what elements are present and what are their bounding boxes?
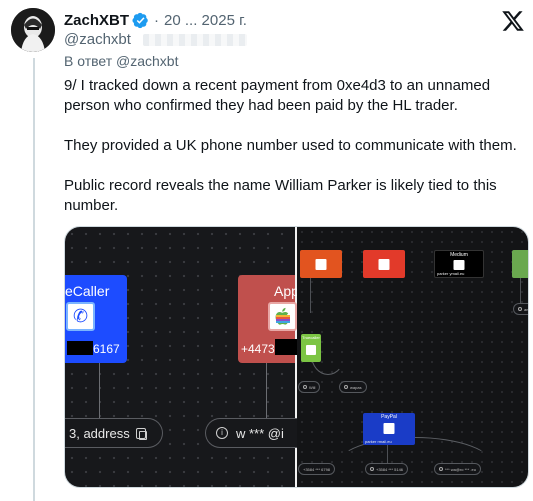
redacted-text bbox=[142, 33, 247, 46]
node-label: PayPal bbox=[381, 414, 397, 420]
thread-line bbox=[33, 58, 35, 501]
node-sub: parker ymail.eu bbox=[437, 271, 465, 276]
author-name[interactable]: ZachXBT bbox=[64, 12, 129, 29]
graph-node: Medium parker ymail.eu bbox=[434, 250, 484, 278]
phone-icon: ✆ bbox=[66, 302, 95, 331]
avatar[interactable] bbox=[11, 8, 55, 52]
truecaller-title: eCaller bbox=[65, 283, 110, 299]
node-label: Medium bbox=[450, 252, 468, 258]
connector-line bbox=[310, 273, 311, 313]
tweet-date[interactable]: 20 ... 2025 г. bbox=[164, 12, 247, 29]
author-handle[interactable]: @zachxbt bbox=[64, 31, 131, 48]
media-image-left[interactable]: eCaller ✆ 6167 App +4473 3, address i w … bbox=[65, 227, 299, 487]
node-label: Truecaller bbox=[302, 335, 320, 340]
tweet-paragraph-1: 9/ I tracked down a recent payment from … bbox=[64, 77, 491, 114]
apple-number: +4473 bbox=[241, 342, 275, 356]
graph-pill: +3584 *** 6798 bbox=[298, 463, 336, 475]
tweet-text: 9/ I tracked down a recent payment from … bbox=[64, 76, 526, 216]
graph-node bbox=[300, 250, 342, 278]
graph-pill: *** wa@ro *** .eu bbox=[434, 463, 481, 475]
node-sub: parker rmail.eu bbox=[365, 439, 392, 444]
redaction-bar bbox=[67, 341, 93, 355]
x-logo-icon[interactable] bbox=[501, 9, 525, 33]
graph-node: PayPal parker rmail.eu bbox=[363, 413, 415, 445]
connector-line bbox=[266, 363, 267, 418]
truecaller-number: 6167 bbox=[93, 342, 120, 356]
media-attachment[interactable]: eCaller ✆ 6167 App +4473 3, address i w … bbox=[64, 226, 529, 488]
email-chip[interactable]: i w *** @i bbox=[205, 418, 297, 448]
verified-badge-icon bbox=[132, 12, 148, 28]
address-chip[interactable]: 3, address bbox=[65, 418, 163, 448]
info-icon: i bbox=[216, 427, 228, 439]
graph-node-truecaller: Truecaller bbox=[301, 334, 321, 362]
address-chip-label: 3, address bbox=[69, 425, 130, 441]
graph-node bbox=[363, 250, 405, 278]
redaction-bar bbox=[275, 339, 297, 355]
tweet-paragraph-2: They provided a UK phone number used to … bbox=[64, 137, 517, 154]
connector-line bbox=[99, 363, 100, 418]
copy-icon[interactable] bbox=[135, 427, 147, 440]
graph-pill: +3584 *** 5146 bbox=[365, 463, 409, 475]
tweet-paragraph-3: Public record reveals the name William P… bbox=[64, 177, 497, 214]
email-chip-label: w *** @i bbox=[236, 425, 284, 441]
graph-pill: am bbox=[513, 303, 528, 315]
handle-line: @zachxbt bbox=[64, 31, 247, 48]
media-image-right[interactable]: Medium parker ymail.eu Truecaller PayPal… bbox=[297, 227, 528, 487]
apple-title: App bbox=[274, 283, 299, 299]
truecaller-card: eCaller ✆ 6167 bbox=[65, 275, 127, 363]
graph-pill: Will bbox=[298, 381, 321, 393]
apple-card: App +4473 bbox=[238, 275, 299, 363]
separator-dot: · bbox=[154, 11, 160, 29]
graph-node bbox=[512, 250, 528, 278]
graph-pill: wapas bbox=[339, 381, 367, 393]
reply-to-label[interactable]: В ответ @zachxbt bbox=[64, 53, 178, 69]
tweet-header: ZachXBT · 20 ... 2025 г. bbox=[64, 9, 247, 31]
apple-logo-icon bbox=[268, 302, 297, 331]
avatar-image bbox=[11, 8, 55, 52]
